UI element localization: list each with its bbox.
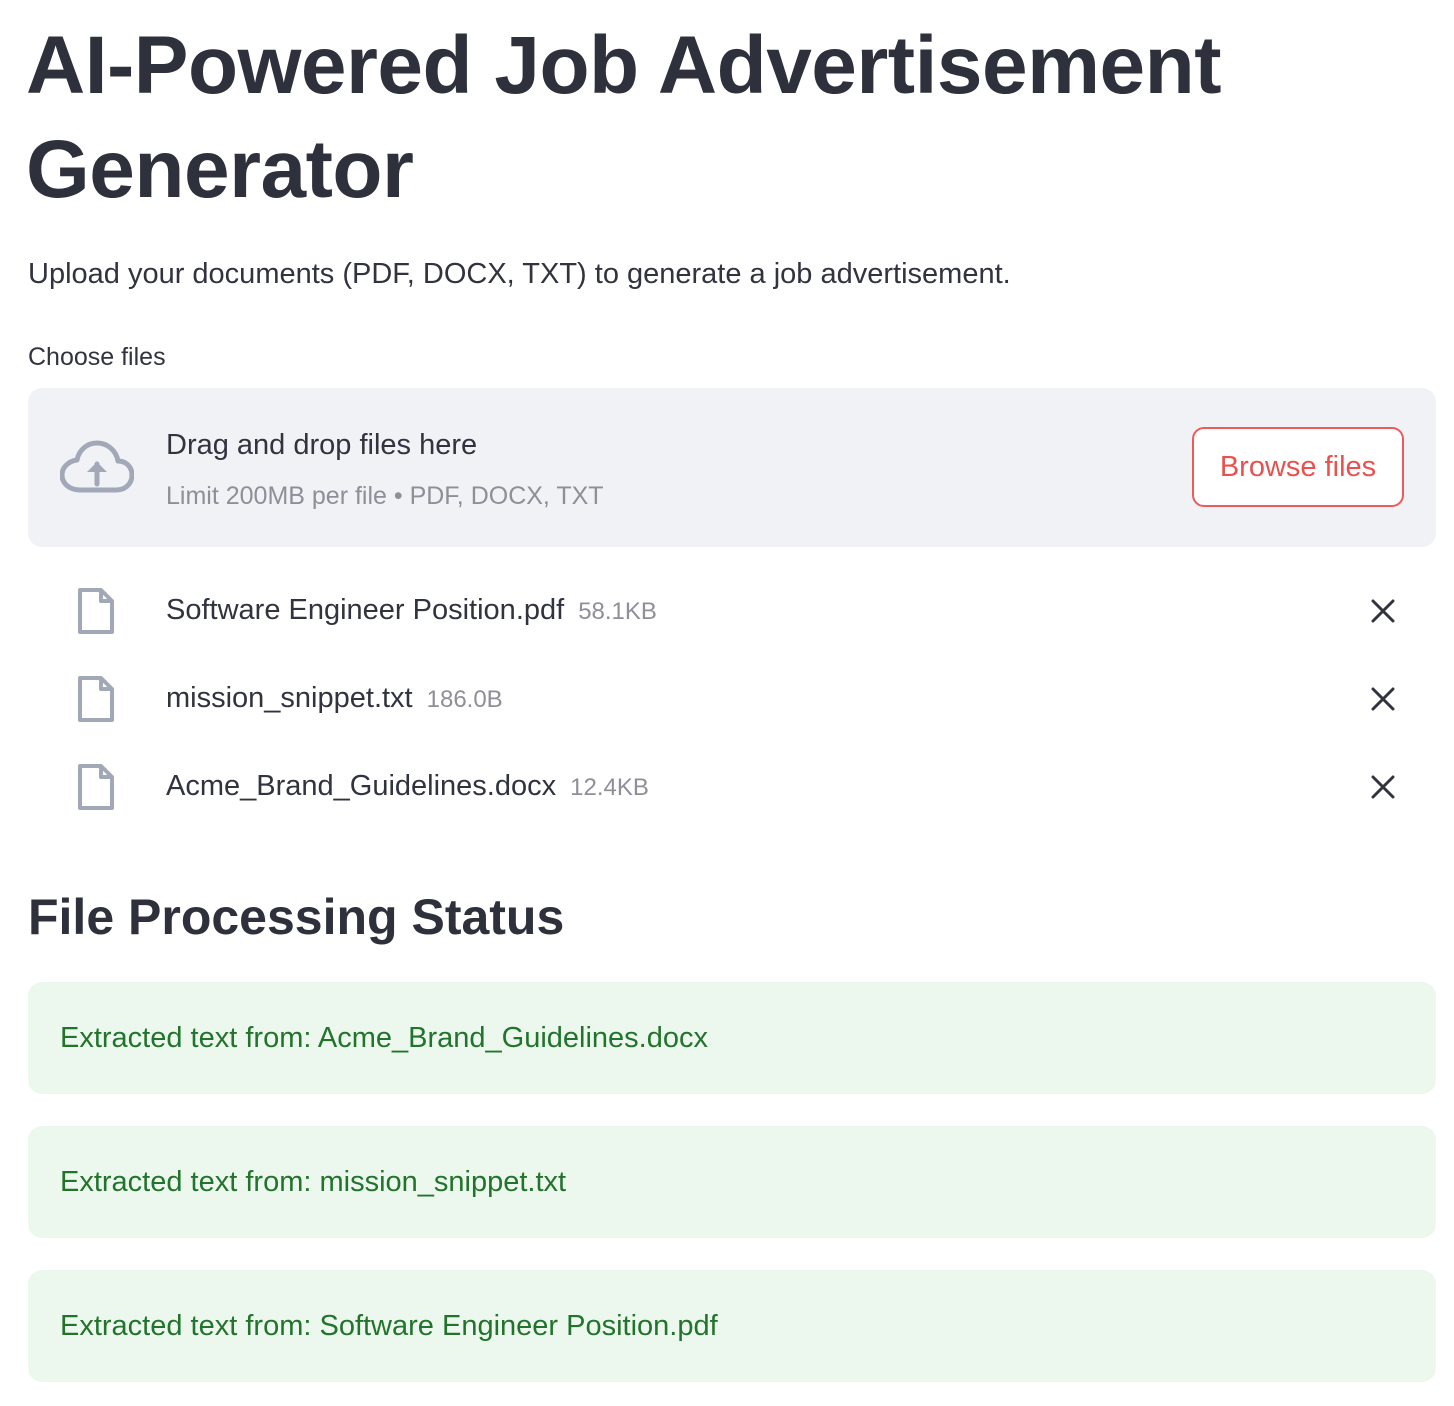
browse-files-button[interactable]: Browse files [1192, 427, 1404, 507]
uploaded-file-name: mission_snippet.txt 186.0B [166, 678, 503, 720]
uploaded-file-row: mission_snippet.txt 186.0B [28, 674, 1436, 744]
dropzone-title: Drag and drop files here [166, 429, 478, 461]
success-alert: Extracted text from: mission_snippet.txt [28, 1126, 1436, 1238]
page-subtitle: Upload your documents (PDF, DOCX, TXT) t… [28, 258, 1011, 290]
close-icon [1371, 687, 1395, 711]
file-name-text: Software Engineer Position.pdf [166, 594, 565, 626]
uploader-label: Choose files [28, 343, 166, 371]
success-message: Extracted text from: Software Engineer P… [60, 1310, 718, 1342]
remove-file-button[interactable] [1368, 772, 1398, 802]
remove-file-button[interactable] [1368, 684, 1398, 714]
success-alert: Extracted text from: Software Engineer P… [28, 1270, 1436, 1382]
file-name-text: Acme_Brand_Guidelines.docx [166, 770, 557, 802]
file-name-text: mission_snippet.txt [166, 682, 413, 714]
success-message: Extracted text from: Acme_Brand_Guidelin… [60, 1022, 708, 1054]
file-icon [76, 586, 116, 636]
app-page: AI-Powered Job Advertisement Generator U… [0, 0, 1454, 1406]
file-size: 12.4KB [570, 774, 649, 801]
file-icon [76, 762, 116, 812]
close-icon [1371, 599, 1395, 623]
page-title: AI-Powered Job Advertisement Generator [26, 20, 1222, 215]
uploaded-file-row: Software Engineer Position.pdf 58.1KB [28, 586, 1436, 656]
file-icon [76, 674, 116, 724]
uploaded-file-name: Software Engineer Position.pdf 58.1KB [166, 590, 657, 632]
success-message: Extracted text from: mission_snippet.txt [60, 1166, 567, 1198]
dropzone-hint: Limit 200MB per file • PDF, DOCX, TXT [166, 482, 604, 510]
uploaded-file-row: Acme_Brand_Guidelines.docx 12.4KB [28, 762, 1436, 832]
file-dropzone[interactable]: Drag and drop files here Limit 200MB per… [28, 388, 1436, 547]
cloud-upload-icon [59, 440, 135, 496]
uploaded-file-name: Acme_Brand_Guidelines.docx 12.4KB [166, 766, 649, 808]
success-alert: Extracted text from: Acme_Brand_Guidelin… [28, 982, 1436, 1094]
remove-file-button[interactable] [1368, 596, 1398, 626]
file-size: 186.0B [426, 686, 503, 713]
section-title-processing-status: File Processing Status [28, 889, 565, 945]
close-icon [1371, 775, 1395, 799]
file-size: 58.1KB [578, 598, 657, 625]
